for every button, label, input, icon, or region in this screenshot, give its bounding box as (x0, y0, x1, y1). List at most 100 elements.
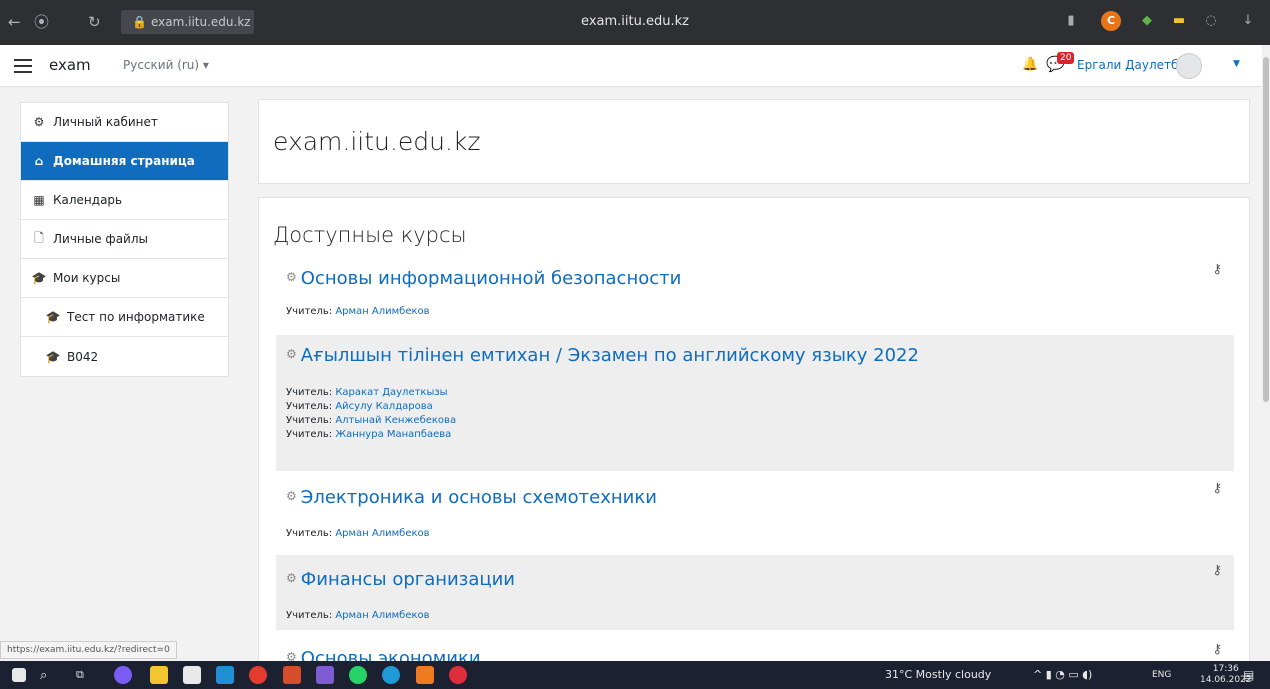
notification-badge: 20 (1057, 52, 1075, 64)
sidebar-item[interactable]: 🎓 B042 (21, 337, 228, 376)
language-selector[interactable]: Русский (ru) ▾ (123, 58, 209, 72)
course-icon: ⚙ (286, 489, 297, 503)
sidebar-item[interactable]: 🎓 Мои курсы (21, 259, 228, 298)
sidebar: ⚙ Личный кабинет ⌂ Домашняя страница ▦ Календ… (0, 87, 245, 661)
task-view-icon[interactable]: ⧉ (76, 668, 84, 682)
teacher-link[interactable]: Жаннура Манапбаева (335, 429, 451, 440)
teacher-link[interactable]: Алтынай Кенжебекова (335, 415, 456, 426)
course-teacher: Учитель: Каракат Даулеткызы (286, 387, 448, 398)
messages-button[interactable]: 💬 20 (1046, 52, 1075, 77)
extension-icon[interactable]: C (1101, 11, 1121, 31)
course-title-text: Ағылшын тілінен емтихан / Экзамен по анг… (300, 345, 919, 366)
sidebar-item[interactable]: 🎓 Тест по информатике (21, 298, 228, 337)
protect-icon[interactable]: ◌ (1201, 11, 1221, 31)
office-icon[interactable] (283, 666, 301, 684)
sidebar-item-label: Домашняя страница (53, 154, 195, 168)
page-header: exam.iitu.edu.kz (258, 99, 1250, 184)
extension-icon[interactable]: ◆ (1137, 11, 1157, 31)
sidebar-item-label: Календарь (53, 193, 123, 207)
teacher-link[interactable]: Айсулу Калдарова (335, 401, 432, 412)
battery-extension-icon[interactable]: ▬ (1169, 11, 1189, 31)
avatar[interactable] (1176, 53, 1202, 79)
teacher-link[interactable]: Каракат Даулеткызы (335, 387, 447, 398)
sidebar-item[interactable]: 🗋 Личные файлы (21, 220, 228, 259)
enrolment-key-icon: ⚷ (1212, 481, 1222, 496)
sidebar-item[interactable]: ⚙ Личный кабинет (21, 103, 228, 142)
sidebar-item[interactable]: ⌂ Домашняя страница (21, 142, 228, 181)
course-icon: ⚙ (286, 270, 297, 284)
course-teacher: Учитель: Арман Алимбеков (286, 306, 430, 317)
calendar-icon: ▦ (33, 193, 45, 207)
page-scrollbar[interactable] (1262, 45, 1270, 661)
available-courses: Доступные курсы ⚙ Основы информационной б… (258, 197, 1250, 667)
enrolment-key-icon: ⚷ (1212, 262, 1222, 277)
home-icon: ⌂ (34, 154, 44, 168)
course-item: ⚙ Ағылшын тілінен емтихан / Экзамен по ан… (276, 335, 1234, 471)
course-title-link[interactable]: ⚙ Ағылшын тілінен емтихан / Экзамен по ан… (286, 345, 919, 366)
system-tray-icons[interactable]: ^ ▮ ◔ ▭ ◖) (1033, 668, 1092, 681)
course-title-text: Электроника и основы схемотехники (300, 487, 657, 508)
search-icon[interactable]: ⌕ (40, 668, 47, 683)
dashboard-icon: ⚙ (33, 115, 45, 129)
teacher-link[interactable]: Арман Алимбеков (335, 610, 429, 621)
course-teacher: Учитель: Арман Алимбеков (286, 610, 430, 621)
course-item: ⚙ Основы информационной безопасности Учите… (276, 258, 1234, 333)
teacher-link[interactable]: Арман Алимбеков (335, 306, 429, 317)
teacher-label: Учитель: (286, 528, 333, 539)
language-indicator[interactable]: ENG (1152, 670, 1171, 680)
course-teacher: Учитель: Алтынай Кенжебекова (286, 415, 456, 426)
sidebar-item-label: Мои курсы (53, 271, 121, 285)
action-center-icon[interactable]: ▤ (1243, 668, 1254, 682)
teacher-label: Учитель: (286, 429, 333, 440)
file-icon: 🗋 (34, 230, 44, 245)
yandex-icon[interactable] (449, 666, 467, 684)
mail-icon[interactable] (216, 666, 234, 684)
course-title-link[interactable]: ⚙ Основы информационной безопасности (286, 268, 681, 289)
enrolment-key-icon: ⚷ (1212, 563, 1222, 578)
sublime-icon[interactable] (416, 666, 434, 684)
course-icon: ⚙ (286, 571, 297, 585)
teacher-label: Учитель: (286, 415, 333, 426)
site-brand[interactable]: exam (49, 56, 91, 74)
course-item: ⚙ Финансы организации Учитель: Арман Алимб… (276, 555, 1234, 630)
graduation-cap-icon: 🎓 (31, 271, 47, 285)
bookmark-icon[interactable]: ▮ (1061, 11, 1081, 31)
weather-widget[interactable]: 31°C Mostly cloudy (885, 668, 991, 681)
sidebar-item[interactable]: ▦ Календарь (21, 181, 228, 220)
whatsapp-icon[interactable] (349, 666, 367, 684)
course-item: ⚙ Электроника и основы схемотехники Учител… (276, 473, 1234, 551)
teacher-link[interactable]: Арман Алимбеков (335, 528, 429, 539)
browser-toolbar: ← ⦿ ↻ 🔒 exam.iitu.edu.kz exam.iitu.edu.k… (0, 0, 1270, 45)
teacher-label: Учитель: (286, 387, 333, 398)
file-explorer-icon[interactable] (150, 666, 168, 684)
site-navbar: exam Русский (ru) ▾ 🔔 💬 20 Ергали Даулет… (0, 45, 1262, 87)
teacher-label: Учитель: (286, 610, 333, 621)
edge-icon[interactable] (382, 666, 400, 684)
sidebar-nav: ⚙ Личный кабинет ⌂ Домашняя страница ▦ Календ… (20, 102, 229, 377)
course-icon: ⚙ (286, 347, 297, 361)
cortana-icon[interactable] (114, 666, 132, 684)
course-title-text: Основы информационной безопасности (300, 268, 682, 289)
menu-toggle-icon[interactable] (14, 55, 32, 75)
yandex-browser-icon[interactable] (249, 666, 267, 684)
sidebar-item-label: B042 (67, 349, 99, 364)
course-teacher: Учитель: Жаннура Манапбаева (286, 429, 451, 440)
sidebar-item-label: Личный кабинет (53, 115, 158, 129)
course-title-link[interactable]: ⚙ Финансы организации (286, 569, 515, 590)
enrolment-key-icon: ⚷ (1212, 642, 1222, 657)
course-title-link[interactable]: ⚙ Электроника и основы схемотехники (286, 487, 657, 508)
scrollbar-thumb[interactable] (1263, 57, 1269, 402)
section-heading: Доступные курсы (273, 223, 467, 247)
teacher-label: Учитель: (286, 401, 333, 412)
course-teacher: Учитель: Арман Алимбеков (286, 528, 430, 539)
download-icon[interactable]: ↓ (1238, 11, 1258, 31)
taskbar: ⌕ ⧉ 31°C Mostly cloudy ^ ▮ ◔ ▭ ◖) ENG 17… (0, 661, 1270, 689)
store-icon[interactable] (183, 666, 201, 684)
course-title-text: Финансы организации (300, 569, 515, 590)
graduation-cap-icon: 🎓 (45, 349, 61, 364)
sidebar-item-label: Тест по информатике (67, 310, 205, 324)
vs-code-icon[interactable] (316, 666, 334, 684)
chevron-down-icon[interactable]: ▼ (1233, 59, 1240, 69)
bell-icon[interactable]: 🔔 (1022, 57, 1038, 72)
windows-start-icon[interactable] (12, 668, 26, 682)
